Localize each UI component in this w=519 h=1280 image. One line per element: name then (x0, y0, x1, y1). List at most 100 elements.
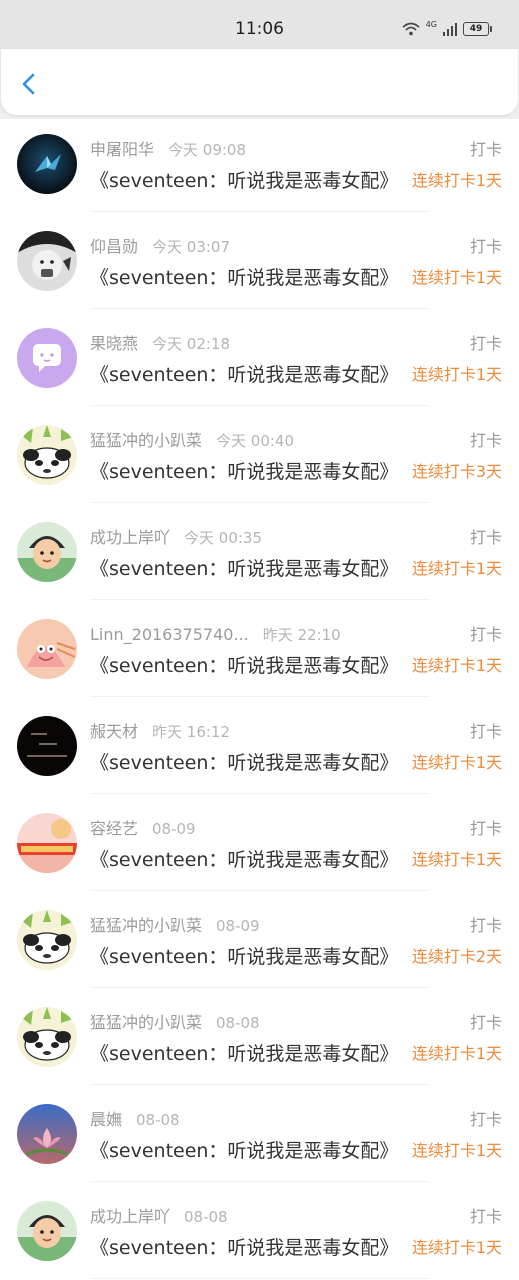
signal-icon (443, 23, 457, 36)
checkin-time: 今天 02:18 (152, 335, 231, 353)
user-name[interactable]: 成功上岸吖 (90, 528, 170, 547)
book-title: 《seventeen：听说我是恶毒女配》 (90, 461, 399, 483)
avatar[interactable] (17, 522, 77, 582)
checkin-label: 打卡 (469, 431, 502, 450)
avatar[interactable] (17, 231, 77, 291)
book-title: 《seventeen：听说我是恶毒女配》 (90, 558, 399, 580)
nav-header (1, 49, 518, 115)
list-item[interactable]: 成功上岸吖 今天 00:35 《seventeen：听说我是恶毒女配》 打卡连续打卡1… (0, 503, 519, 600)
avatar[interactable] (17, 716, 77, 776)
streak-badge: 连续打卡1天 (411, 559, 502, 578)
checkin-label: 打卡 (469, 528, 502, 547)
checkin-label: 打卡 (469, 1013, 502, 1032)
book-title: 《seventeen：听说我是恶毒女配》 (90, 1140, 399, 1162)
streak-badge: 连续打卡1天 (411, 850, 502, 869)
checkin-label: 打卡 (469, 237, 502, 256)
book-title: 《seventeen：听说我是恶毒女配》 (90, 364, 399, 386)
checkin-label: 打卡 (469, 722, 502, 741)
list-item[interactable]: 晨嫵 08-08 《seventeen：听说我是恶毒女配》 打卡连续打卡1天 (0, 1085, 519, 1182)
avatar[interactable] (17, 328, 77, 388)
checkin-label: 打卡 (469, 1207, 502, 1226)
user-name[interactable]: 申屠阳华 (90, 140, 154, 159)
user-name[interactable]: 猛猛冲的小趴菜 (90, 1013, 202, 1032)
checkin-time: 08-08 (136, 1111, 180, 1129)
user-name[interactable]: 容经艺 (90, 819, 138, 838)
book-title: 《seventeen：听说我是恶毒女配》 (90, 752, 399, 774)
avatar[interactable] (17, 1104, 77, 1164)
checkin-time: 08-09 (216, 917, 260, 935)
checkin-time: 08-08 (184, 1208, 228, 1226)
checkin-label: 打卡 (469, 1110, 502, 1129)
back-button[interactable] (13, 67, 45, 99)
item-meta: 申屠阳华 今天 09:08 (90, 139, 246, 161)
item-meta: 果晓燕 今天 02:18 (90, 333, 230, 355)
checkin-time: 08-08 (216, 1014, 260, 1032)
item-meta: 晨嫵 08-08 (90, 1109, 180, 1131)
streak-badge: 连续打卡1天 (411, 656, 502, 675)
streak-badge: 连续打卡1天 (411, 268, 502, 287)
item-meta: 猛猛冲的小趴菜 08-08 (90, 1012, 260, 1034)
list-item[interactable]: 赧天材 昨天 16:12 《seventeen：听说我是恶毒女配》 打卡连续打卡1天 (0, 697, 519, 794)
streak-badge: 连续打卡1天 (411, 1141, 502, 1160)
avatar[interactable] (17, 1007, 77, 1067)
avatar[interactable] (17, 813, 77, 873)
item-meta: 猛猛冲的小趴菜 08-09 (90, 915, 260, 937)
streak-badge: 连续打卡1天 (411, 753, 502, 772)
wifi-icon (402, 22, 420, 36)
user-name[interactable]: 成功上岸吖 (90, 1207, 170, 1226)
book-title: 《seventeen：听说我是恶毒女配》 (90, 267, 399, 289)
list-item[interactable]: 猛猛冲的小趴菜 08-09 《seventeen：听说我是恶毒女配》 打卡连续打卡2天 (0, 891, 519, 988)
list-item[interactable]: 猛猛冲的小趴菜 今天 00:40 《seventeen：听说我是恶毒女配》 打卡连续打… (0, 406, 519, 503)
avatar[interactable] (17, 134, 77, 194)
item-meta: 仰昌勋 今天 03:07 (90, 236, 230, 258)
avatar[interactable] (17, 910, 77, 970)
book-title: 《seventeen：听说我是恶毒女配》 (90, 655, 399, 677)
streak-badge: 连续打卡1天 (411, 365, 502, 384)
book-title: 《seventeen：听说我是恶毒女配》 (90, 1043, 399, 1065)
streak-badge: 连续打卡1天 (411, 1044, 502, 1063)
list-item[interactable]: Linn_2016375740... 昨天 22:10 《seventeen：听说我… (0, 600, 519, 697)
list-item[interactable]: 成功上岸吖 08-08 《seventeen：听说我是恶毒女配》 打卡连续打卡1天 (0, 1182, 519, 1279)
user-name[interactable]: 猛猛冲的小趴菜 (90, 431, 202, 450)
item-meta: 赧天材 昨天 16:12 (90, 721, 230, 743)
item-meta: 容经艺 08-09 (90, 818, 196, 840)
network-type: 4G (425, 19, 437, 29)
user-name[interactable]: Linn_2016375740... (90, 625, 249, 644)
avatar[interactable] (17, 619, 77, 679)
list-item[interactable]: 容经艺 08-09 《seventeen：听说我是恶毒女配》 打卡连续打卡1天 (0, 794, 519, 891)
book-title: 《seventeen：听说我是恶毒女配》 (90, 946, 399, 968)
status-icons: 4G 49 (402, 19, 492, 38)
item-meta: 成功上岸吖 今天 00:35 (90, 527, 262, 549)
avatar[interactable] (17, 1201, 77, 1261)
list-item[interactable]: 果晓燕 今天 02:18 《seventeen：听说我是恶毒女配》 打卡连续打卡1天 (0, 309, 519, 406)
checkin-time: 今天 00:35 (184, 529, 263, 547)
user-name[interactable]: 仰昌勋 (90, 237, 138, 256)
battery-icon: 49 (463, 22, 492, 36)
checkin-time: 今天 09:08 (168, 141, 247, 159)
checkin-time: 08-09 (152, 820, 196, 838)
user-name[interactable]: 晨嫵 (90, 1110, 122, 1129)
streak-badge: 连续打卡2天 (411, 947, 502, 966)
user-name[interactable]: 猛猛冲的小趴菜 (90, 916, 202, 935)
streak-badge: 连续打卡1天 (411, 171, 502, 190)
item-meta: 猛猛冲的小趴菜 今天 00:40 (90, 430, 294, 452)
item-meta: Linn_2016375740... 昨天 22:10 (90, 624, 341, 646)
user-name[interactable]: 果晓燕 (90, 334, 138, 353)
checkin-time: 今天 00:40 (216, 432, 295, 450)
checkin-label: 打卡 (469, 140, 502, 159)
checkin-time: 昨天 16:12 (152, 723, 231, 741)
checkin-label: 打卡 (469, 916, 502, 935)
list-item[interactable]: 申屠阳华 今天 09:08 《seventeen：听说我是恶毒女配》 打卡 连续打卡1天 (0, 115, 519, 212)
checkin-label: 打卡 (469, 625, 502, 644)
list-item[interactable]: 仰昌勋 今天 03:07 《seventeen：听说我是恶毒女配》 打卡连续打卡1天 (0, 212, 519, 309)
checkin-label: 打卡 (469, 819, 502, 838)
checkin-label: 打卡 (469, 334, 502, 353)
item-meta: 成功上岸吖 08-08 (90, 1206, 228, 1228)
streak-badge: 连续打卡1天 (411, 1238, 502, 1257)
streak-badge: 连续打卡3天 (411, 462, 502, 481)
list-item[interactable]: 猛猛冲的小趴菜 08-08 《seventeen：听说我是恶毒女配》 打卡连续打卡1天 (0, 988, 519, 1085)
avatar[interactable] (17, 425, 77, 485)
book-title: 《seventeen：听说我是恶毒女配》 (90, 1237, 399, 1259)
user-name[interactable]: 赧天材 (90, 722, 138, 741)
book-title: 《seventeen：听说我是恶毒女配》 (90, 849, 399, 871)
